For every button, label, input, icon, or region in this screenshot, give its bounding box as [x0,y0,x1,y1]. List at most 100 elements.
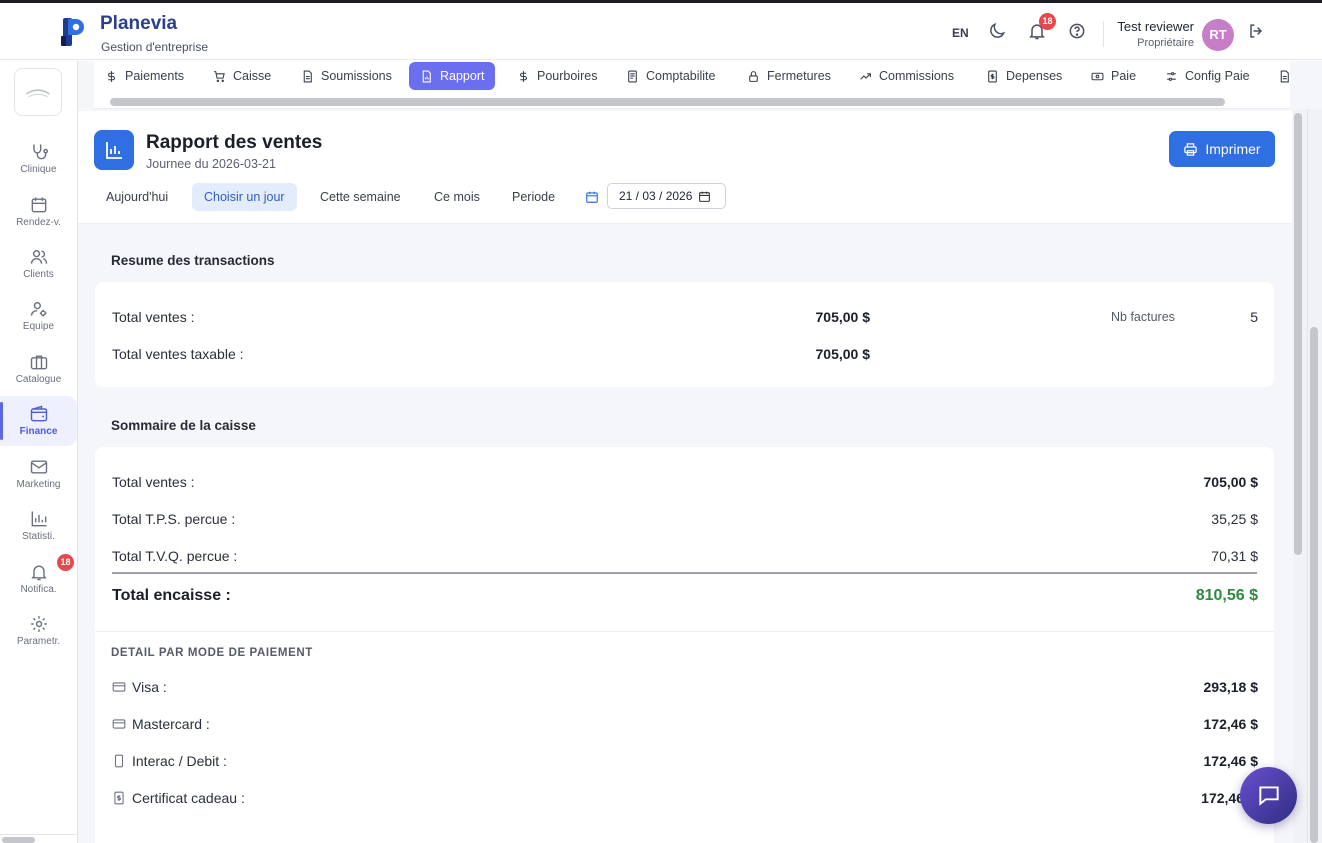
tab-label: Comptabilite [646,69,716,83]
date-value: 21 / 03 / 2026 [619,189,693,203]
printer-icon [1184,142,1198,156]
tab-config-paie[interactable]: Config Paie [1154,62,1261,90]
sidebar-item-notifications[interactable]: Notifica. 18 [0,554,77,604]
logout-icon[interactable] [1246,21,1266,41]
payment-mode-title: DETAIL PAR MODE DE PAIEMENT [111,647,313,659]
payment-gift-label: Certificat cadeau : [132,790,245,806]
tab-paie[interactable]: Paie [1080,62,1147,90]
briefcase-icon [30,355,47,370]
total-sales-label: Total ventes : [112,309,195,325]
users-icon [30,250,47,264]
tab-commissions[interactable]: Commissions [848,62,965,90]
sidebar-item-label: Finance [19,426,58,437]
nb-invoices-label: Nb factures [1111,310,1175,324]
gear-icon [30,616,47,632]
period-today-button[interactable]: Aujourd'hui [94,183,180,211]
receipt-icon [988,70,997,82]
dark-mode-moon-icon[interactable] [987,21,1007,41]
sidebar-item-label: Equipe [22,321,55,332]
app-subtitle: Gestion d'entreprise [101,40,209,54]
section-title-cash-summary: Sommaire de la caisse [111,418,256,433]
page-subtitle: Journee du 2026-03-21 [146,157,276,171]
phone-icon [112,754,126,768]
sidebar-item-label: Rendez-v. [16,217,61,228]
language-toggle[interactable]: EN [952,26,969,40]
tvq-value: 70,31 $ [1211,548,1258,564]
period-this-month-button[interactable]: Ce mois [422,183,492,211]
section-title-transactions: Resume des transactions [111,253,275,268]
sidebar-item-label: Clients [23,269,54,280]
content-scroll-thumb[interactable] [1294,113,1302,555]
total-collected-label: Total encaisse : [112,587,231,604]
sidebar-item-catalogue[interactable]: Catalogue [0,344,77,394]
payment-visa-value: 293,18 $ [1203,679,1259,695]
sidebar-horizontal-scrollbar[interactable] [0,834,77,843]
mail-icon [30,460,47,474]
main-content: Paiements Caisse Soumissions Rapport Pou… [78,61,1322,843]
sidebar-item-finance[interactable]: Finance [0,396,77,446]
sidebar-item-equipe[interactable]: Equipe [0,291,77,341]
page-scroll-thumb[interactable] [1310,327,1318,843]
print-button[interactable]: Imprimer [1169,131,1275,167]
bar-chart-icon [31,511,46,527]
period-range-button[interactable]: Periode [500,183,567,211]
period-choose-day-button[interactable]: Choisir un jour [192,183,297,211]
tab-caisse[interactable]: Caisse [202,62,282,90]
cash-total-sales-label: Total ventes : [112,474,195,490]
date-picker-input[interactable]: 21 / 03 / 2026 [607,183,726,209]
user-role: Propriétaire [1137,37,1194,49]
sidebar-item-statistiques[interactable]: Statisti. [0,501,77,551]
credit-card-icon [112,717,126,731]
sidebar-notification-badge: 18 [57,554,74,571]
total-divider [112,572,1257,574]
sidebar: Clinique Rendez-v. Clients Equipe Catalo… [0,61,78,843]
tab-soumissions[interactable]: Soumissions [290,62,403,90]
business-logo[interactable] [14,68,62,116]
sidebar-item-clinique[interactable]: Clinique [0,134,77,184]
user-name: Test reviewer [1117,19,1194,34]
dollar-icon [520,70,527,82]
period-this-week-button[interactable]: Cette semaine [308,183,413,211]
sidebar-item-label: Notifica. [20,584,57,595]
tab-label: Soumissions [321,69,392,83]
tab-paiements[interactable]: Paiements [94,62,195,90]
tab-depenses[interactable]: Depenses [975,62,1073,90]
calendar-picker-icon[interactable] [698,190,711,203]
tabs-horizontal-scrollbar[interactable] [110,98,1225,106]
tab-comptabilite[interactable]: Comptabilite [615,62,726,90]
sidebar-item-clients[interactable]: Clients [0,239,77,289]
report-icon [422,70,431,82]
payment-mastercard-value: 172,46 $ [1203,716,1259,732]
sidebar-scroll-thumb[interactable] [2,837,35,843]
cash-summary-panel: Total ventes : 705,00 $ Total T.P.S. per… [95,447,1274,843]
stethoscope-icon [32,144,48,160]
payment-gift-value: 172,46 [1201,790,1244,806]
credit-card-icon [112,680,126,694]
tab-pourboires[interactable]: Pourboires [506,62,608,90]
total-sales-value: 705,00 $ [815,309,871,325]
section-divider [95,631,1274,632]
tab-more-partial[interactable] [1267,62,1290,90]
payment-mastercard-label: Mastercard : [132,716,210,732]
tab-label: Pourboires [537,69,598,83]
app-title: Planevia [100,13,178,34]
chat-button[interactable] [1240,767,1297,824]
print-button-label: Imprimer [1205,141,1261,157]
sidebar-item-parametres[interactable]: Parametr. [0,606,77,656]
gift-certificate-icon [112,791,126,805]
tab-rapport[interactable]: Rapport [409,62,496,90]
top-bar: Planevia Gestion d'entreprise EN 18 Test… [0,0,1322,60]
tvq-label: Total T.V.Q. percue : [112,548,238,564]
chat-bubble-icon [1258,786,1279,806]
user-avatar[interactable]: RT [1202,19,1234,51]
calendar-icon [585,190,599,204]
page-title: Rapport des ventes [146,132,323,153]
tab-fermetures[interactable]: Fermetures [736,62,842,90]
finance-tab-bar: Paiements Caisse Soumissions Rapport Pou… [94,61,1290,109]
lock-icon [749,70,758,82]
sidebar-item-marketing[interactable]: Marketing [0,449,77,499]
dollar-icon [108,70,115,82]
tab-label: Paie [1111,69,1137,83]
sidebar-item-rendez-vous[interactable]: Rendez-v. [0,187,77,237]
help-icon[interactable] [1067,21,1087,41]
